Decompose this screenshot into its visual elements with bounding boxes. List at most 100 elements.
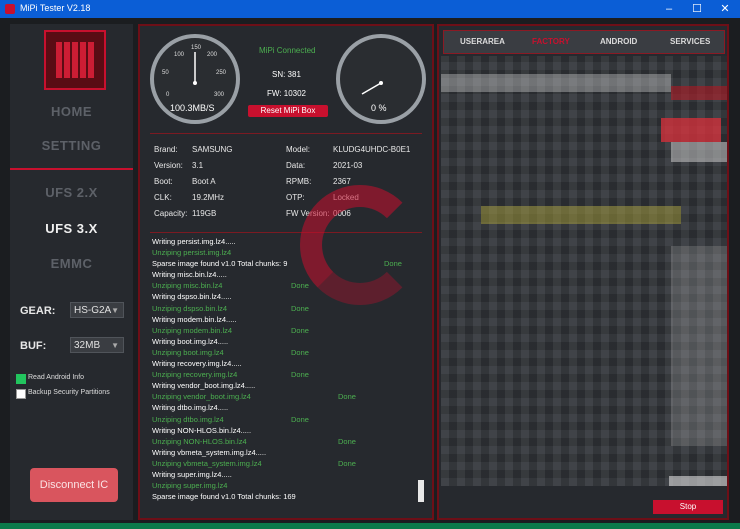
- log-text: Unziping dspso.bin.lz4: [152, 303, 228, 313]
- backup-security-label: Backup Security Partitions: [28, 389, 110, 396]
- sidebar: HOME SETTING UFS 2.X UFS 3.X EMMC GEAR: …: [10, 24, 133, 520]
- log-done-status: Done: [338, 458, 356, 468]
- log-text: Writing misc.bin.lz4.....: [152, 270, 227, 280]
- log-text: Unziping recovery.img.lz4: [152, 370, 238, 380]
- log-text: Sparse image found v1.0 Total chunks: 16…: [152, 492, 296, 502]
- device-info-k1: Brand:: [154, 145, 178, 154]
- window-title: MiPi Tester V2.18: [20, 3, 91, 13]
- chevron-down-icon: ▼: [111, 341, 119, 350]
- blurred-column: [671, 246, 727, 446]
- log-line: Unziping modem.bin.lz4 Done: [152, 325, 412, 336]
- sidebar-divider: [10, 168, 133, 170]
- device-info-k1: CLK:: [154, 193, 172, 202]
- nav-home[interactable]: HOME: [10, 104, 133, 119]
- device-info-k2: OTP:: [286, 193, 305, 202]
- blurred-row: [441, 74, 671, 92]
- log-text: Writing super.img.lz4.....: [152, 469, 232, 479]
- watermark-logo: [300, 185, 420, 305]
- log-line: Writing recovery.img.lz4.....: [152, 358, 412, 369]
- buf-label: BUF:: [20, 340, 47, 352]
- log-text: Unziping NON-HLOS.bin.lz4: [152, 436, 247, 446]
- blurred-content: [441, 56, 727, 486]
- log-text: Writing dspso.bin.lz4.....: [152, 292, 232, 302]
- log-text: Writing NON-HLOS.bin.lz4.....: [152, 425, 252, 435]
- log-text: Writing recovery.img.lz4.....: [152, 359, 242, 369]
- serial-number: SN: 381: [272, 70, 301, 79]
- device-info-v1: Boot A: [192, 177, 216, 186]
- log-text: Unziping vendor_boot.img.lz4: [152, 392, 251, 402]
- log-text: Unziping super.img.lz4: [152, 481, 228, 491]
- buf-value: 32MB: [74, 340, 101, 351]
- log-line: Writing dtbo.img.lz4.....: [152, 402, 412, 413]
- log-text: Writing boot.img.lz4.....: [152, 336, 229, 346]
- mode-ufs3[interactable]: UFS 3.X: [10, 221, 133, 236]
- title-bar: MiPi Tester V2.18 – ☐ ✕: [0, 0, 740, 18]
- tab-android[interactable]: ANDROID: [600, 37, 637, 46]
- taskbar-strip: [0, 523, 740, 529]
- app-logo: [44, 30, 106, 90]
- log-line: Unziping boot.img.lz4 Done: [152, 347, 412, 358]
- log-text: Unziping boot.img.lz4: [152, 347, 224, 357]
- device-info-k2: Data:: [286, 161, 306, 170]
- speed-tick-50: 50: [162, 70, 169, 76]
- mode-ufs2[interactable]: UFS 2.X: [10, 185, 133, 200]
- log-text: Unziping vbmeta_system.img.lz4: [152, 458, 262, 468]
- backup-security-checkbox[interactable]: [16, 389, 26, 399]
- device-info-k2: Model:: [286, 145, 311, 154]
- maximize-button[interactable]: ☐: [683, 0, 711, 18]
- reset-mipi-box-button[interactable]: Reset MiPi Box: [248, 105, 328, 117]
- log-text: Writing persist.img.lz4.....: [152, 237, 236, 246]
- logo-grid-icon: [56, 42, 94, 78]
- firmware-version: FW: 10302: [267, 89, 306, 98]
- log-line: Writing modem.bin.lz4.....: [152, 314, 412, 325]
- log-done-status: Done: [338, 436, 356, 446]
- device-info-v1: 19.2MHz: [192, 193, 225, 202]
- log-text: Unziping modem.bin.lz4: [152, 325, 233, 335]
- progress-value: 0 %: [371, 103, 387, 113]
- read-android-info-checkbox[interactable]: [16, 374, 26, 384]
- device-info-k1: Version:: [154, 161, 183, 170]
- log-text: Writing dtbo.img.lz4.....: [152, 403, 229, 413]
- mode-emmc[interactable]: EMMC: [10, 256, 133, 271]
- log-done-status: Done: [291, 303, 309, 313]
- blurred-red-block: [671, 86, 727, 100]
- device-info-v1: SAMSUNG: [192, 145, 233, 154]
- log-done-status: Done: [291, 347, 309, 357]
- factory-panel: USERAREA FACTORY ANDROID SERVICES Stop: [437, 24, 729, 520]
- app-icon: [5, 4, 15, 14]
- speed-tick-250: 250: [216, 70, 227, 76]
- device-info-k1: Boot:: [154, 177, 173, 186]
- log-text: Unziping dtbo.img.lz4: [152, 414, 224, 424]
- log-text: Sparse image found v1.0 Total chunks: 9: [152, 259, 288, 269]
- tab-userarea[interactable]: USERAREA: [460, 37, 505, 46]
- device-info-v1: 119GB: [192, 209, 217, 218]
- log-done-status: Done: [291, 370, 309, 380]
- device-info-k1: Capacity:: [154, 209, 188, 218]
- speed-tick-200: 200: [207, 52, 218, 58]
- gear-label: GEAR:: [20, 305, 56, 317]
- speed-value: 100.3MB/S: [170, 103, 215, 113]
- info-separator-top: [150, 133, 422, 134]
- speed-tick-0: 0: [166, 92, 170, 98]
- minimize-button[interactable]: –: [655, 0, 683, 18]
- log-line: Writing NON-HLOS.bin.lz4.....: [152, 425, 412, 436]
- log-line: Unziping super.img.lz4: [152, 480, 412, 491]
- tab-services[interactable]: SERVICES: [670, 37, 710, 46]
- gear-select[interactable]: HS-G2A ▼: [70, 302, 124, 318]
- buf-select[interactable]: 32MB ▼: [70, 337, 124, 353]
- log-line: Writing vbmeta_system.img.lz4.....: [152, 447, 412, 458]
- nav-setting[interactable]: SETTING: [10, 138, 133, 153]
- speed-tick-100: 100: [174, 52, 185, 58]
- tab-factory[interactable]: FACTORY: [532, 37, 570, 46]
- blurred-yellow-row: [481, 206, 681, 224]
- log-line: Writing vendor_boot.img.lz4.....: [152, 380, 412, 391]
- log-line: Writing super.img.lz4.....: [152, 469, 412, 480]
- device-info-v2: 2367: [333, 177, 351, 186]
- log-scrollbar[interactable]: [418, 480, 424, 502]
- close-button[interactable]: ✕: [711, 0, 739, 18]
- disconnect-ic-button[interactable]: Disconnect IC: [30, 468, 118, 502]
- stop-button[interactable]: Stop: [653, 500, 723, 514]
- blurred-red-block: [661, 118, 721, 142]
- log-text: Unziping persist.img.lz4: [152, 248, 232, 258]
- log-done-status: Done: [291, 281, 309, 291]
